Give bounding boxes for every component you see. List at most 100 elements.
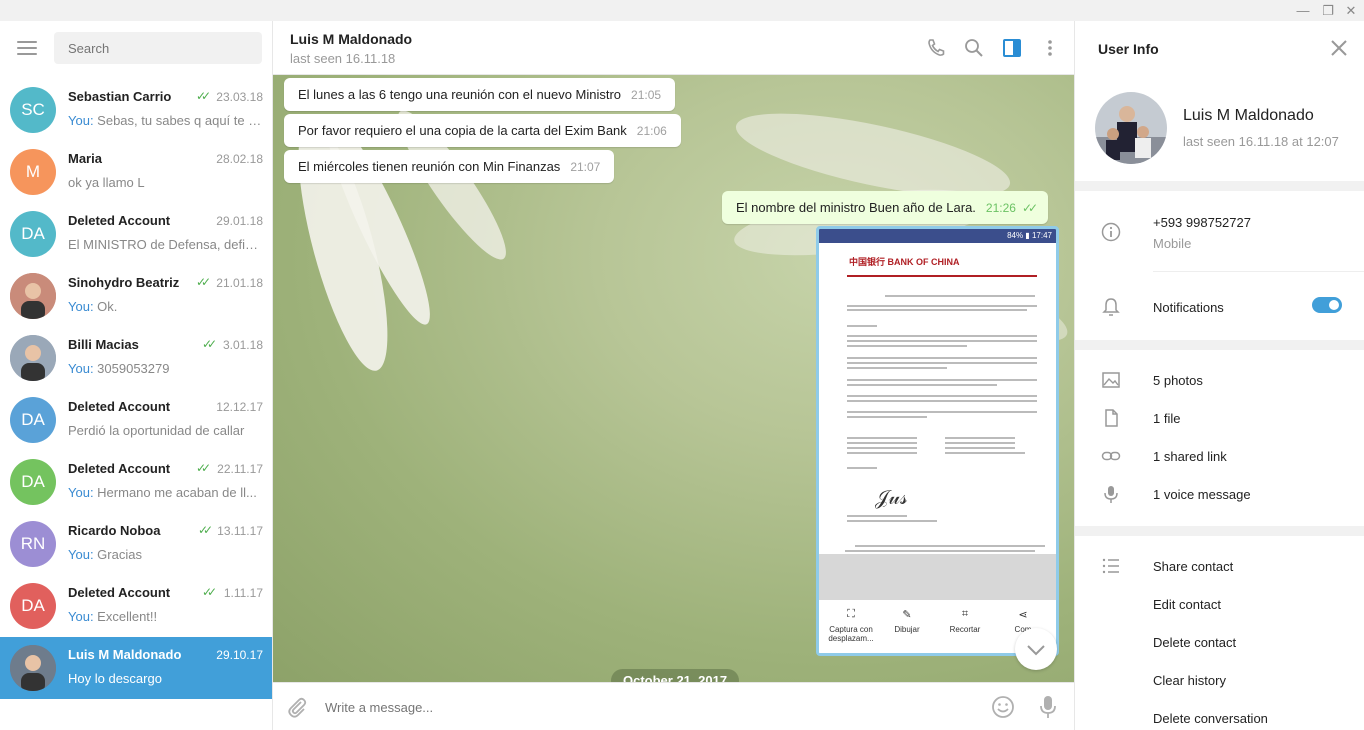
draw-tool: ✎ Dibujar [894,609,920,634]
dialog-preview: You: Sebas, tu sabes q aquí te q... [68,113,264,128]
dialog-item[interactable]: SC Sebastian Carrio 23.03.18 ✓✓ You: Sebas, … [0,79,272,141]
dialog-name: Ricardo Noboa [68,523,161,538]
message-incoming[interactable]: El lunes a las 6 tengo una reunión con e… [284,78,676,111]
emoji-icon[interactable] [991,695,1015,719]
you-prefix: You: [68,609,98,624]
dialog-date: 29.10.17 [216,648,263,662]
preview-text: Sebas, tu sabes q aquí te q... [97,113,264,128]
avatar: RN [10,521,56,567]
message-input[interactable] [325,695,965,719]
dialog-preview: ok ya llamo L [68,175,264,190]
avatar: DA [10,459,56,505]
notifications-toggle[interactable] [1312,297,1342,313]
scroll-capture-tool: ⛶ Captura con desplazam... [828,608,874,643]
delete-conversation-button[interactable]: Delete conversation [1153,711,1268,726]
avatar: SC [10,87,56,133]
dialog-item[interactable]: Billi Macias 3.01.18 ✓✓ You: 3059053279 [0,327,272,389]
preview-text: El MINISTRO de Defensa, defini... [68,237,264,252]
dialog-name: Deleted Account [68,585,171,600]
attach-icon[interactable] [285,695,309,719]
you-prefix: You: [68,113,98,128]
dialog-name: Deleted Account [68,461,171,476]
search-icon[interactable] [964,38,984,58]
chat-title[interactable]: Luis M Maldonado [290,31,412,47]
shared-files[interactable]: 1 file [1153,411,1180,426]
dialog-preview: You: Gracias [68,547,264,562]
avatar: DA [10,397,56,443]
dialog-preview: You: Excellent!! [68,609,264,624]
avatar: DA [10,211,56,257]
close-window-button[interactable]: ✕ [1342,3,1360,19]
more-vertical-icon[interactable] [1040,38,1060,58]
preview-text: Perdió la oportunidad de callar [68,423,245,438]
read-checks-icon: ✓✓ [202,337,217,351]
photo-icon [1102,372,1120,388]
message-outgoing[interactable]: El nombre del ministro Buen año de Lara.… [722,191,1049,224]
photo-message[interactable]: 84% ▮ 17:47 中国银行 BANK OF CHINA 𝒥𝓊𝓈 ⛶ Cap… [816,226,1059,656]
dialog-preview: Perdió la oportunidad de callar [68,423,264,438]
divider [1153,271,1364,272]
dialog-preview: You: Ok. [68,299,264,314]
file-icon [1105,409,1118,427]
dialog-item[interactable]: M Maria 28.02.18 ok ya llamo L [0,141,272,203]
dialog-item[interactable]: DA Deleted Account 1.11.17 ✓✓ You: Excellent… [0,575,272,637]
dialog-item[interactable]: DA Deleted Account 29.01.18 El MINISTRO de … [0,203,272,265]
message-incoming[interactable]: Por favor requiero el una copia de la ca… [284,114,681,147]
hamburger-menu-icon[interactable] [17,41,37,55]
shared-links[interactable]: 1 shared link [1153,449,1227,464]
dialog-date: 21.01.18 [216,276,263,290]
clear-history-button[interactable]: Clear history [1153,673,1226,688]
list-icon [1102,558,1119,574]
dialog-date: 12.12.17 [216,400,263,414]
you-prefix: You: [68,299,98,314]
letter-image: 中国银行 BANK OF CHINA 𝒥𝓊𝓈 [825,245,1056,567]
dialog-name: Deleted Account [68,399,171,414]
dialog-date: 3.01.18 [222,338,263,352]
chat-background: El lunes a las 6 tengo una reunión con e… [273,75,1074,682]
preview-text: Hermano me acaban de ll... [97,485,257,500]
you-prefix: You: [68,547,98,562]
read-checks-icon: ✓✓ [196,89,211,103]
delete-contact-button[interactable]: Delete contact [1153,635,1236,650]
dialog-item[interactable]: DA Deleted Account 12.12.17 Perdió la oport… [0,389,272,451]
scroll-down-button[interactable] [1015,628,1057,670]
chat-header: Luis M Maldonado last seen 16.11.18 [273,21,1074,75]
dialog-name: Sinohydro Beatriz [68,275,180,290]
date-separator: October 21, 2017 [611,669,740,682]
signature-icon: 𝒥𝓊𝓈 [875,485,908,509]
minimize-button[interactable]: — [1294,3,1312,19]
preview-text: Ok. [97,299,118,314]
edit-contact-button[interactable]: Edit contact [1153,597,1221,612]
search-input[interactable] [54,32,262,64]
sidebar-toggle-icon[interactable] [1002,38,1022,58]
dialog-item[interactable]: RN Ricardo Noboa 13.11.17 ✓✓ You: Gracias [0,513,272,575]
dialog-date: 22.11.17 [217,462,263,476]
message-composer [273,682,1074,730]
dialog-date: 29.01.18 [216,214,263,228]
dialog-preview: You: 3059053279 [68,361,264,376]
dialog-item[interactable]: Luis M Maldonado 29.10.17 Hoy lo descargo [0,637,272,699]
avatar[interactable] [1095,92,1167,164]
user-name: Luis M Maldonado [1183,107,1314,124]
phone-number[interactable]: +593 998752727 [1153,215,1251,230]
dialog-item[interactable]: Sinohydro Beatriz 21.01.18 ✓✓ You: Ok. [0,265,272,327]
dialog-preview: El MINISTRO de Defensa, defini... [68,237,264,252]
avatar [10,335,56,381]
dialogs-panel: JMYou: Dios mío...SCSebastian Carrio23.0… [0,21,273,730]
dialog-item[interactable]: DA Deleted Account 22.11.17 ✓✓ You: Hermano … [0,451,272,513]
divider [1075,340,1364,350]
close-icon[interactable] [1330,39,1348,57]
read-checks-icon: ✓✓ [196,461,211,475]
dialog-date: 1.11.17 [223,586,263,600]
chevron-down-icon [1027,645,1045,656]
shared-photos[interactable]: 5 photos [1153,373,1203,388]
read-checks-icon: ✓✓ [198,523,213,537]
maximize-button[interactable]: ❐ [1319,3,1337,19]
phone-icon[interactable] [926,38,946,58]
microphone-icon[interactable] [1038,694,1058,720]
shared-voice-messages[interactable]: 1 voice message [1153,487,1251,502]
share-contact-button[interactable]: Share contact [1153,559,1233,574]
chat-area: Luis M Maldonado last seen 16.11.18 El l… [273,21,1074,730]
message-incoming[interactable]: El miércoles tienen reunión con Min Fina… [284,150,615,183]
bell-icon [1102,298,1120,316]
